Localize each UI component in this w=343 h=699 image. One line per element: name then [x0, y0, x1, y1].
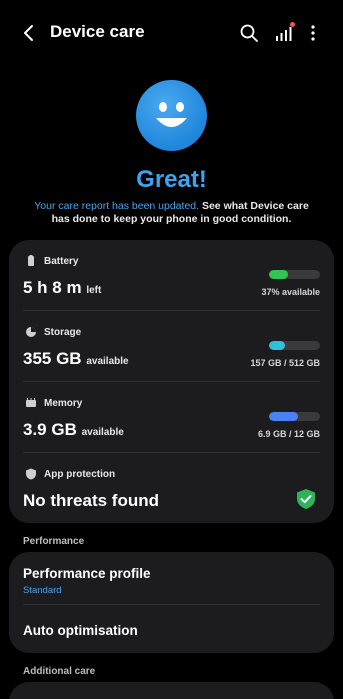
care-report-text: Your care report has been updated. See w…	[34, 200, 309, 225]
memory-chip-icon	[26, 398, 36, 407]
battery-value: 5 h 8 m left	[23, 278, 102, 297]
battery-progress-fill	[269, 270, 288, 279]
storage-progress-bar	[269, 341, 320, 350]
storage-row[interactable]: Storage 355 GB available 157 GB / 512 GB	[9, 311, 334, 382]
performance-profile-value: Standard	[23, 585, 62, 596]
signal-stats-icon[interactable]	[273, 22, 295, 44]
device-stats-card: Battery 5 h 8 m left 37% available Stora…	[9, 240, 334, 523]
page-title: Device care	[50, 22, 145, 41]
performance-card: Performance profile Standard Auto optimi…	[9, 552, 334, 653]
battery-icon	[28, 255, 34, 266]
battery-progress-bar	[269, 270, 320, 279]
status-heading: Great!	[136, 166, 207, 193]
storage-label: Storage	[44, 327, 82, 338]
storage-value: 355 GB available	[23, 349, 129, 368]
care-report-link[interactable]: Your care report has been updated.	[34, 200, 199, 212]
shield-icon	[26, 468, 36, 480]
auto-optimisation-row[interactable]: Auto optimisation	[9, 605, 334, 653]
battery-row[interactable]: Battery 5 h 8 m left 37% available	[9, 240, 334, 311]
additional-care-card	[9, 682, 334, 699]
smiley-face-icon	[136, 80, 207, 151]
shield-check-icon	[297, 489, 315, 509]
memory-detail: 6.9 GB / 12 GB	[257, 429, 320, 439]
performance-profile-row[interactable]: Performance profile Standard	[9, 552, 334, 605]
app-protection-value: No threats found	[23, 491, 159, 510]
memory-label: Memory	[44, 398, 83, 409]
performance-section-label: Performance	[23, 536, 85, 547]
search-icon[interactable]	[238, 22, 260, 44]
more-vertical-icon[interactable]	[302, 22, 324, 44]
storage-progress-fill	[269, 341, 285, 350]
memory-row[interactable]: Memory 3.9 GB available 6.9 GB / 12 GB	[9, 382, 334, 453]
memory-progress-fill	[269, 412, 299, 421]
performance-profile-title: Performance profile	[23, 566, 151, 581]
pie-chart-icon	[26, 327, 36, 337]
additional-care-section-label: Additional care	[23, 666, 96, 677]
back-arrow-icon[interactable]	[18, 22, 40, 44]
battery-detail: 37% available	[261, 287, 320, 297]
app-protection-row[interactable]: App protection No threats found	[9, 453, 334, 523]
app-protection-label: App protection	[44, 469, 116, 480]
storage-detail: 157 GB / 512 GB	[250, 358, 320, 368]
auto-optimisation-label: Auto optimisation	[23, 623, 138, 638]
memory-progress-bar	[269, 412, 320, 421]
memory-value: 3.9 GB available	[23, 420, 124, 439]
top-app-bar: Device care	[0, 0, 343, 66]
battery-label: Battery	[44, 256, 79, 267]
notification-dot	[290, 22, 295, 27]
